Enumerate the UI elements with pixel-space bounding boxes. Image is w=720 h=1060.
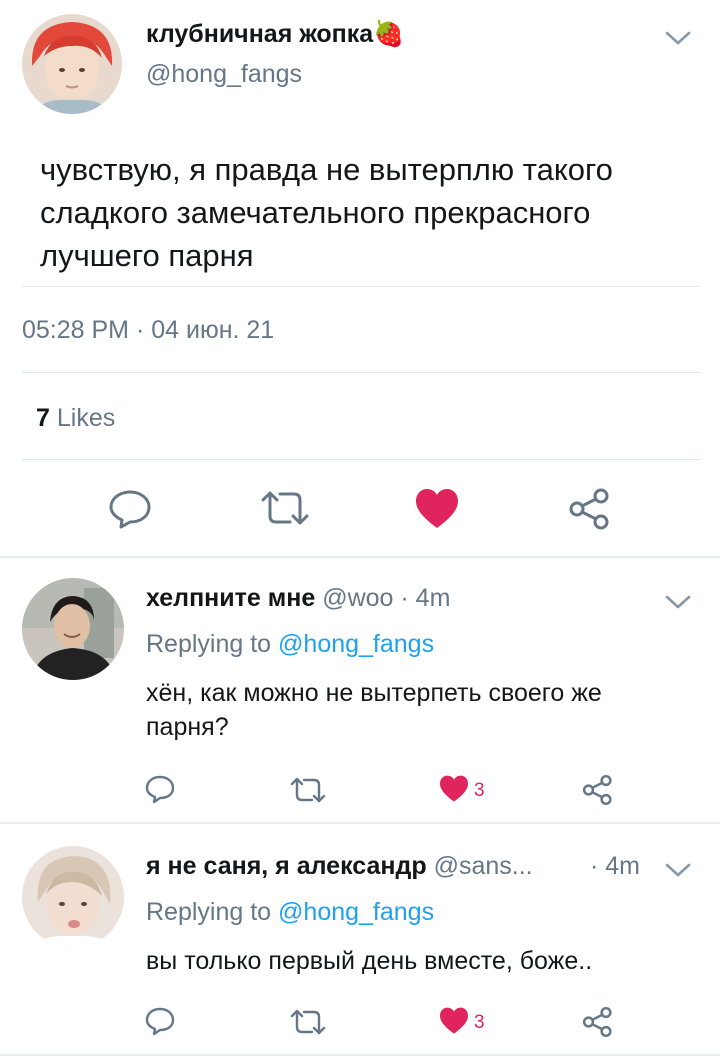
reply-time[interactable]: · 4m <box>400 584 450 612</box>
divider <box>22 286 700 287</box>
share-icon[interactable] <box>568 487 612 531</box>
likes-stat[interactable]: 7 Likes <box>36 404 115 433</box>
chevron-down-icon[interactable] <box>663 860 693 880</box>
display-name[interactable]: я не саня, я александр <box>146 852 427 880</box>
chevron-down-icon[interactable] <box>663 592 693 612</box>
section-divider <box>0 1054 720 1056</box>
replying-to-link[interactable]: @hong_fangs <box>278 630 434 658</box>
reply-icon[interactable] <box>144 774 176 804</box>
reply-icon[interactable] <box>144 1006 176 1036</box>
replying-prefix: Replying to <box>146 898 272 926</box>
replying-to: Replying to @hong_fangs <box>146 630 434 659</box>
replying-to-link[interactable]: @hong_fangs <box>278 898 434 926</box>
section-divider <box>0 822 720 824</box>
retweet-icon[interactable] <box>290 777 326 803</box>
section-divider <box>0 556 720 558</box>
divider <box>22 459 700 460</box>
reply-time[interactable]: · 4m <box>590 852 640 881</box>
replying-to: Replying to @hong_fangs <box>146 898 434 927</box>
tweet-text: чувствую, я правда не вытерплю такого сл… <box>40 152 613 273</box>
avatar[interactable] <box>22 846 124 948</box>
heart-icon[interactable] <box>438 775 470 803</box>
heart-icon[interactable] <box>438 1007 470 1035</box>
likes-count: 7 <box>36 404 50 432</box>
likes-label: Likes <box>56 404 116 432</box>
share-icon[interactable] <box>582 774 614 806</box>
retweet-icon[interactable] <box>290 1009 326 1035</box>
share-icon[interactable] <box>582 1006 614 1038</box>
display-name[interactable]: хелпните мне <box>146 584 315 612</box>
reply-text: вы только первый день вместе, боже.. <box>146 947 593 975</box>
reply-text: хён, как можно не вытерпеть своего же па… <box>146 679 602 741</box>
tweet-timestamp[interactable]: 05:28 PM · 04 июн. 21 <box>22 316 274 345</box>
reply-header: я не саня, я александр @sans... <box>146 852 533 881</box>
heart-icon[interactable] <box>414 488 460 530</box>
replying-prefix: Replying to <box>146 630 272 658</box>
user-handle[interactable]: @sans... <box>434 852 533 880</box>
display-name[interactable]: клубничная жопка🍓 <box>146 20 404 49</box>
reply-icon[interactable] <box>107 488 153 530</box>
like-count: 3 <box>474 780 485 801</box>
divider <box>22 372 700 373</box>
user-handle[interactable]: @woo <box>322 584 393 612</box>
reply-header: хелпните мне @woo · 4m <box>146 584 450 613</box>
like-count: 3 <box>474 1012 485 1033</box>
avatar[interactable] <box>22 14 122 114</box>
user-handle[interactable]: @hong_fangs <box>146 60 302 89</box>
avatar[interactable] <box>22 578 124 680</box>
retweet-icon[interactable] <box>260 490 310 526</box>
chevron-down-icon[interactable] <box>663 28 693 48</box>
